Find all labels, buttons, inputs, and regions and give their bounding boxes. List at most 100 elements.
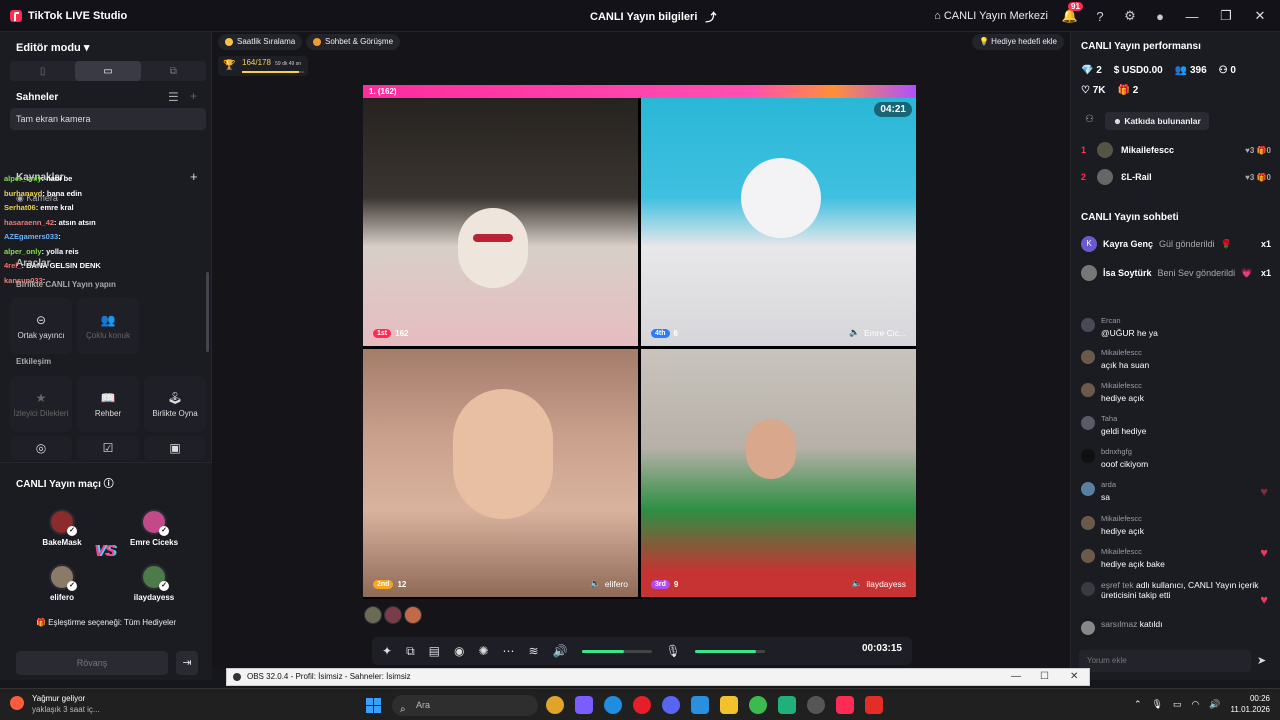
magic-icon[interactable]: ✦ <box>382 644 392 658</box>
viewer-avatars[interactable] <box>364 606 422 624</box>
rematch-button[interactable]: Rövanş <box>16 651 168 675</box>
hourly-ranking-chip[interactable]: Saatlik Sıralama <box>218 34 303 50</box>
player-emre[interactable]: Emre Ciceks <box>119 509 189 547</box>
speaker-icon: 🔈 <box>590 578 601 588</box>
avatar <box>141 564 169 591</box>
video-tile-3[interactable]: 2nd 12 🔈 elifero <box>363 349 638 597</box>
pairing-option[interactable]: 🎁 Eşleştirme seçeneği: Tüm Hediyeler <box>0 618 212 627</box>
people-icon[interactable]: ⚇ <box>1085 114 1094 125</box>
scene-item[interactable]: Tam ekran kamera <box>10 108 206 130</box>
contributor-row[interactable]: 2 ƐL-Rail ♥3 🎁0 <box>1081 169 1271 185</box>
video-tile-2[interactable]: 04:21 4th 6 🔈 Emre Cic... <box>641 98 916 346</box>
system-tray: ⌃ 🎙 ▭ ◠ 🔊 00:26 11.01.2026 <box>1134 693 1270 715</box>
editor-mode-dropdown[interactable]: Editör modu ▾ <box>16 41 89 54</box>
minimize-icon[interactable]: — <box>1182 9 1202 24</box>
tool-label: Rehber <box>94 408 122 418</box>
top-right-toolbar: ⌂ CANLI Yayın Merkezi 🔔 91 ? ⚙ ● — ❐ ✕ <box>934 0 1270 32</box>
box-tool[interactable]: ▣ <box>144 436 206 460</box>
portrait-mode-icon[interactable]: ▯ <box>10 61 75 81</box>
chat-message[interactable]: Mikailefescc hediye açık <box>1081 381 1261 403</box>
chat-message[interactable]: Mikailefescc hediye açık <box>1081 514 1261 536</box>
speaker-volume-slider[interactable] <box>581 649 652 653</box>
minimize-icon[interactable]: — <box>1011 669 1021 685</box>
speaker-icon[interactable]: 🔊 <box>553 644 568 658</box>
taskbar-search[interactable]: ⌕ Ara <box>392 695 538 716</box>
screen-add-icon[interactable]: ⧉ <box>406 644 415 659</box>
mic-volume-slider[interactable] <box>694 649 765 653</box>
help-icon[interactable]: ? <box>1092 8 1108 24</box>
display-icon[interactable]: ▭ <box>1173 699 1182 710</box>
tune-icon[interactable]: ≋ <box>529 644 539 658</box>
play-together-tool[interactable]: 🕹 Birlikte Oyna <box>144 376 206 432</box>
landscape-mode-icon[interactable]: ▭ <box>75 61 141 81</box>
browser-icon[interactable] <box>749 696 767 714</box>
contributor-row[interactable]: 1 Mikailefescc ♥3 🎁0 <box>1081 142 1271 158</box>
dual-mode-icon[interactable]: ⧉ <box>141 61 206 81</box>
close-icon[interactable]: ✕ <box>1070 669 1078 685</box>
mail-icon[interactable] <box>691 696 709 714</box>
microphone-icon[interactable]: 🎙 <box>666 644 681 658</box>
send-icon[interactable]: ➤ <box>1257 654 1266 667</box>
chat-call-chip[interactable]: Sohbet & Görüşme <box>306 34 401 50</box>
diamond-stat: 💎 2 <box>1081 65 1102 76</box>
obs-window-bar[interactable]: OBS 32.0.4 - Profil: İsimsiz - Sahneler:… <box>226 668 1090 686</box>
viewer-wishes-tool[interactable]: ★ İzleyici Dilekleri <box>10 376 72 432</box>
target-tool[interactable]: ◎ <box>10 436 72 460</box>
player-elifero[interactable]: elifero <box>27 564 97 602</box>
app-icon[interactable] <box>778 696 796 714</box>
clock[interactable]: 00:26 11.01.2026 <box>1231 693 1270 715</box>
chat-message[interactable]: Mikailefescc açık ha suan <box>1081 348 1261 370</box>
bell-icon[interactable]: 🔔 91 <box>1062 2 1083 24</box>
teams-icon[interactable] <box>575 696 593 714</box>
list-icon[interactable]: ☰ <box>168 90 179 104</box>
gift-goal-button[interactable]: 💡 Hediye hedefi ekle <box>971 34 1064 50</box>
live-center-button[interactable]: ⌂ CANLI Yayın Merkezi <box>934 10 1048 22</box>
contributors-button[interactable]: ☻ Katkıda bulunanlar <box>1105 112 1209 130</box>
chat-message[interactable]: arda sa <box>1081 480 1261 502</box>
close-icon[interactable]: ✕ <box>1250 8 1270 24</box>
co-host-tool[interactable]: ⊝ Ortak yayıncı <box>10 298 72 354</box>
maximize-icon[interactable]: ☐ <box>1040 669 1049 685</box>
obs-app-icon[interactable] <box>807 696 825 714</box>
chat-message[interactable]: Ercan @UĞUR he ya <box>1081 316 1261 338</box>
chrome-icon[interactable] <box>546 696 564 714</box>
more-icon[interactable]: ⋯ <box>503 644 515 658</box>
video-tile-1[interactable]: 1st 162 <box>363 98 638 346</box>
chat-message[interactable]: Taha geldi hediye <box>1081 414 1261 436</box>
stats-row-2: ♡ 7K 🎁 2 <box>1081 85 1138 96</box>
folder-icon[interactable] <box>720 696 738 714</box>
multi-guest-tool[interactable]: 👥 Çoklu konuk <box>77 298 139 354</box>
player-bakemask[interactable]: BakeMask <box>27 509 97 547</box>
guide-tool[interactable]: 📖 Rehber <box>77 376 139 432</box>
left-scrollbar[interactable] <box>206 272 209 352</box>
gear-icon[interactable]: ⚙ <box>1122 8 1138 24</box>
microphone-icon[interactable]: 🎙 <box>1152 699 1163 710</box>
help-icon[interactable]: ⓘ <box>104 479 114 490</box>
live-info-button[interactable]: CANLI Yayın bilgileri ⤴ <box>590 9 716 25</box>
add-scene-icon[interactable]: + <box>190 89 197 103</box>
tiktok-app-icon[interactable] <box>836 696 854 714</box>
record-icon[interactable]: ◉ <box>454 644 464 658</box>
maximize-icon[interactable]: ❐ <box>1216 8 1236 24</box>
effects-icon[interactable]: ✺ <box>478 644 488 658</box>
check-tool[interactable]: ☑ <box>77 436 139 460</box>
avatar <box>49 509 77 536</box>
video-tile-4[interactable]: 3rd 9 🔈 ilaydayess <box>641 349 916 597</box>
avatar[interactable]: ● <box>1152 8 1168 24</box>
chat-message[interactable]: Mikailefescc hediye açık bake <box>1081 547 1261 569</box>
youtube-icon[interactable] <box>865 696 883 714</box>
discord-icon[interactable] <box>662 696 680 714</box>
wifi-icon[interactable]: ◠ <box>1191 699 1199 710</box>
person-face <box>453 389 553 519</box>
comment-input[interactable]: Yorum ekle <box>1079 650 1251 672</box>
exit-match-icon[interactable]: ⇥ <box>176 651 198 675</box>
opera-icon[interactable] <box>633 696 651 714</box>
windows-start-icon[interactable] <box>366 698 381 713</box>
weather-widget[interactable]: Yağmur geliyor yaklaşık 3 saat iç... <box>10 693 100 715</box>
chat-message[interactable]: bdnxhgfg ooof cikiyom <box>1081 447 1261 469</box>
chevron-up-icon[interactable]: ⌃ <box>1134 699 1142 710</box>
layout-icon[interactable]: ▤ <box>429 644 440 658</box>
edge-icon[interactable] <box>604 696 622 714</box>
volume-icon[interactable]: 🔊 <box>1209 699 1220 710</box>
player-ilaydayess[interactable]: ilaydayess <box>119 564 189 602</box>
